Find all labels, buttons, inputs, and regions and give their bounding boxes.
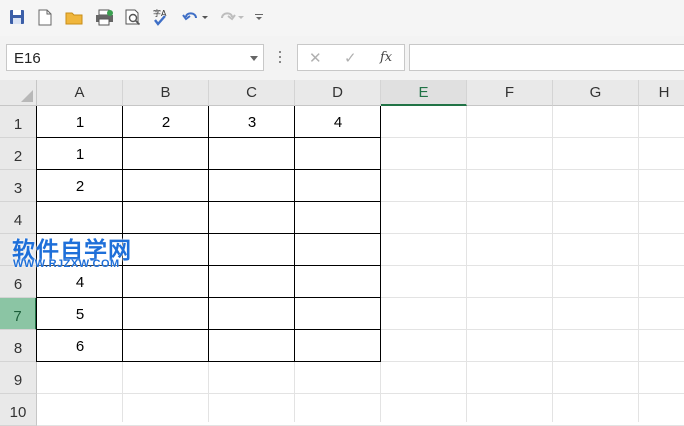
cell-a3[interactable]: 2 [37, 170, 123, 202]
column-header-a[interactable]: A [37, 80, 123, 106]
column-header-d[interactable]: D [295, 80, 381, 106]
cell-d1[interactable]: 4 [295, 106, 381, 138]
spell-check-icon[interactable]: 字A [151, 6, 173, 28]
row-header-9[interactable]: 9 [0, 362, 37, 394]
cell-a7[interactable]: 5 [37, 298, 123, 330]
row-header-7[interactable]: 7 [0, 298, 37, 330]
name-box-value: E16 [14, 50, 41, 67]
watermark-logo: 软件自学网 WWW.RJZXW.COM [12, 231, 162, 271]
formula-input[interactable] [409, 44, 684, 71]
quick-access-toolbar: 字A [0, 0, 684, 36]
column-header-e[interactable]: E [381, 80, 467, 106]
save-icon[interactable] [7, 6, 27, 28]
row-header-2[interactable]: 2 [0, 138, 37, 170]
chevron-down-icon[interactable] [250, 56, 258, 61]
column-header-h[interactable]: H [639, 80, 684, 106]
customize-toolbar-icon[interactable] [253, 6, 265, 28]
cell-c1[interactable]: 3 [209, 106, 295, 138]
new-document-icon[interactable] [35, 6, 55, 28]
watermark-url: WWW.RJZXW.COM [13, 258, 120, 270]
drag-handle[interactable] [279, 51, 282, 64]
name-box[interactable]: E16 [6, 44, 264, 71]
formula-bar: E16 ✕ ✓ fx [0, 36, 684, 80]
row-header-8[interactable]: 8 [0, 330, 37, 362]
cancel-icon[interactable]: ✕ [309, 49, 322, 67]
cell-a1[interactable]: 1 [37, 106, 123, 138]
print-icon[interactable] [93, 6, 115, 28]
column-header-f[interactable]: F [467, 80, 553, 106]
column-header-c[interactable]: C [209, 80, 295, 106]
formula-buttons: ✕ ✓ fx [297, 44, 405, 71]
column-header-b[interactable]: B [123, 80, 209, 106]
row-header-10[interactable]: 10 [0, 394, 37, 426]
select-all-button[interactable] [0, 80, 37, 106]
insert-function-icon[interactable]: fx [380, 50, 392, 65]
print-preview-icon[interactable] [122, 6, 144, 28]
undo-icon[interactable] [181, 6, 209, 28]
open-folder-icon[interactable] [63, 6, 85, 28]
cell-a2[interactable]: 1 [37, 138, 123, 170]
enter-icon[interactable]: ✓ [344, 49, 357, 67]
row-header-1[interactable]: 1 [0, 106, 37, 138]
cell-b1[interactable]: 2 [123, 106, 209, 138]
redo-icon[interactable] [217, 6, 245, 28]
column-header-g[interactable]: G [553, 80, 639, 106]
cell-a8[interactable]: 6 [37, 330, 123, 362]
row-header-3[interactable]: 3 [0, 170, 37, 202]
row-header-4[interactable]: 4 [0, 202, 37, 234]
